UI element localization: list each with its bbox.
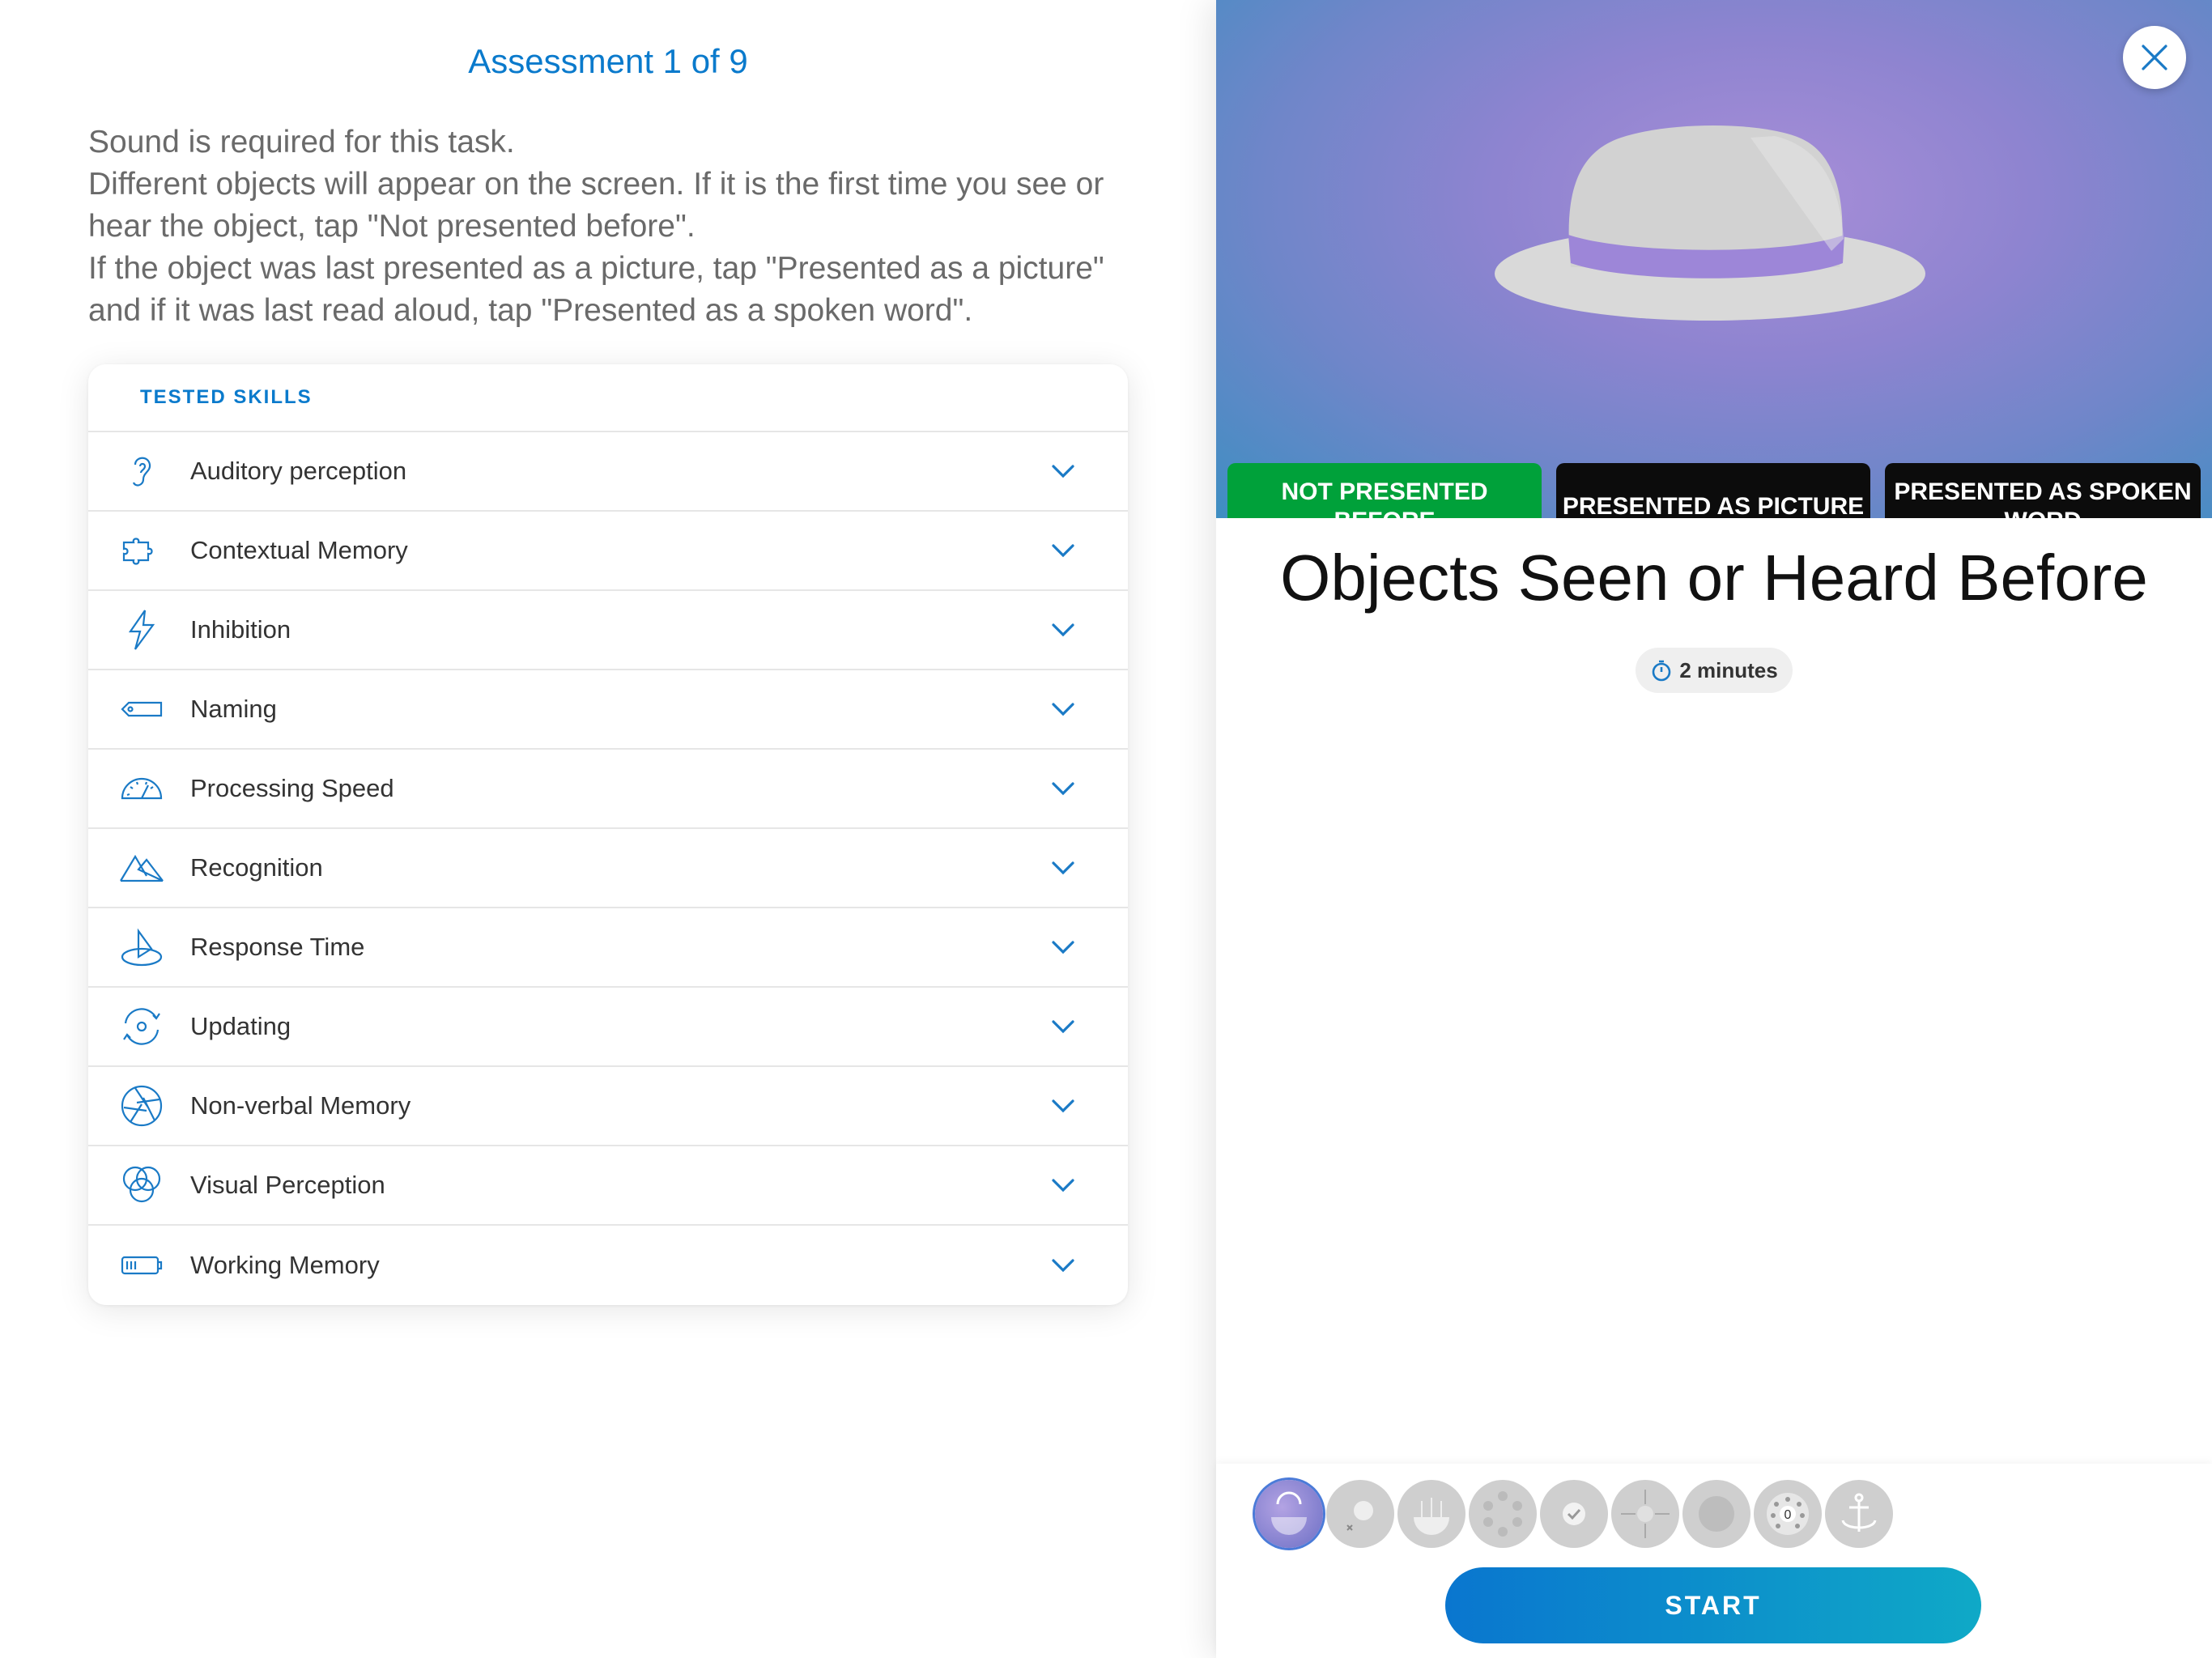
mountains-icon [117, 844, 166, 892]
task-preview-image: NOT PRESENTED BEFORE PRESENTED AS PICTUR… [1216, 0, 2212, 518]
assessment-step-9[interactable] [1825, 1480, 1893, 1548]
watermelon-icon [1271, 1491, 1307, 1535]
skill-label: Working Memory [190, 1251, 380, 1279]
tested-skills-header: TESTED SKILLS [88, 364, 1128, 432]
presented-as-picture-preview-button: PRESENTED AS PICTURE [1556, 463, 1870, 518]
skill-label: Naming [190, 695, 277, 723]
task-preview-pane: NOT PRESENTED BEFORE PRESENTED AS PICTUR… [1216, 0, 2212, 1658]
assessment-step-4[interactable] [1469, 1480, 1537, 1548]
instruction-line: Different objects will appear on the scr… [88, 167, 1104, 244]
skill-label: Visual Perception [190, 1171, 385, 1199]
ear-icon [117, 447, 166, 495]
puzzle-icon [117, 526, 166, 575]
skill-label: Non-verbal Memory [190, 1091, 411, 1120]
watermelon-icon [1414, 1498, 1449, 1535]
tested-skills-card: TESTED SKILLS Auditory perception Contex… [88, 364, 1128, 1305]
stopwatch-icon [1653, 660, 1671, 682]
sundial-icon [117, 923, 166, 971]
skill-row-non-verbal-memory[interactable]: Non-verbal Memory [88, 1067, 1128, 1146]
skill-label: Response Time [190, 933, 365, 961]
assessment-step-6[interactable] [1611, 1480, 1679, 1548]
duration-badge: 2 minutes [1636, 648, 1793, 693]
chevron-down-icon [1047, 614, 1079, 646]
skill-label: Inhibition [190, 615, 291, 644]
duration-label: 2 minutes [1679, 657, 1778, 682]
skill-row-working-memory[interactable]: Working Memory [88, 1226, 1128, 1305]
instruction-line: Sound is required for this task. [88, 125, 515, 159]
not-presented-before-preview-button: NOT PRESENTED BEFORE [1227, 463, 1542, 518]
chevron-down-icon [1047, 1010, 1079, 1043]
check-icon [1563, 1503, 1585, 1525]
assessment-step-5[interactable] [1540, 1480, 1608, 1548]
chevron-down-icon [1047, 772, 1079, 805]
chevron-down-icon [1047, 534, 1079, 567]
anchor-icon [1841, 1493, 1877, 1532]
skill-label: Contextual Memory [190, 536, 408, 564]
skill-row-processing-speed[interactable]: Processing Speed [88, 750, 1128, 829]
ball-icon [1346, 1501, 1373, 1531]
skill-row-naming[interactable]: Naming [88, 670, 1128, 750]
close-button[interactable] [2123, 26, 2186, 89]
close-icon [2142, 45, 2167, 70]
chevron-down-icon [1047, 1090, 1079, 1122]
circles-icon [117, 1161, 166, 1209]
chevron-down-icon [1047, 455, 1079, 487]
assessment-step-8[interactable]: 0 [1754, 1480, 1822, 1548]
assessment-counter: Assessment 1 of 9 [468, 42, 748, 80]
skill-row-auditory-perception[interactable]: Auditory perception [88, 432, 1128, 512]
presented-as-spoken-word-preview-button: PRESENTED AS SPOKEN WORD [1885, 463, 2201, 518]
skill-label: Processing Speed [190, 774, 394, 802]
assessment-progress: 0 [1255, 1480, 1893, 1548]
skill-row-recognition[interactable]: Recognition [88, 829, 1128, 908]
skill-label: Updating [190, 1012, 291, 1040]
rotary-dial-icon: 0 [1767, 1493, 1809, 1535]
svg-text:0: 0 [1784, 1508, 1792, 1522]
assessment-step-7[interactable] [1682, 1480, 1750, 1548]
start-button[interactable]: START [1445, 1567, 1981, 1643]
response-button-preview: NOT PRESENTED BEFORE PRESENTED AS PICTUR… [1227, 463, 2212, 518]
circle-icon [1699, 1496, 1734, 1532]
task-title: Objects Seen or Heard Before [1280, 542, 2148, 614]
crosshair-icon [1621, 1490, 1670, 1538]
speedometer-icon [117, 764, 166, 813]
chevron-down-icon [1047, 1249, 1079, 1282]
aperture-icon [117, 1082, 166, 1130]
task-footer: 0 START [1216, 1464, 2212, 1658]
assessment-step-2[interactable] [1326, 1480, 1394, 1548]
chevron-down-icon [1047, 931, 1079, 963]
skill-row-response-time[interactable]: Response Time [88, 908, 1128, 988]
assessment-info-pane: Assessment 1 of 9 Sound is required for … [0, 0, 1216, 1658]
battery-icon [117, 1241, 166, 1290]
chevron-down-icon [1047, 693, 1079, 725]
task-instructions: Sound is required for this task. Differe… [88, 121, 1141, 332]
assessment-step-3[interactable] [1397, 1480, 1465, 1548]
refresh-eye-icon [117, 1002, 166, 1051]
chevron-down-icon [1047, 1169, 1079, 1201]
chevron-down-icon [1047, 852, 1079, 884]
lightning-icon [117, 606, 166, 654]
hat-icon [1495, 125, 1925, 321]
skill-label: Auditory perception [190, 457, 407, 485]
skill-row-inhibition[interactable]: Inhibition [88, 591, 1128, 670]
skill-row-updating[interactable]: Updating [88, 988, 1128, 1067]
assessment-step-1[interactable] [1255, 1480, 1323, 1548]
tag-icon [117, 685, 166, 733]
dots-circle-icon [1483, 1491, 1522, 1537]
skill-label: Recognition [190, 853, 323, 882]
skill-row-contextual-memory[interactable]: Contextual Memory [88, 512, 1128, 591]
instruction-line: If the object was last presented as a pi… [88, 251, 1104, 328]
skill-row-visual-perception[interactable]: Visual Perception [88, 1146, 1128, 1226]
